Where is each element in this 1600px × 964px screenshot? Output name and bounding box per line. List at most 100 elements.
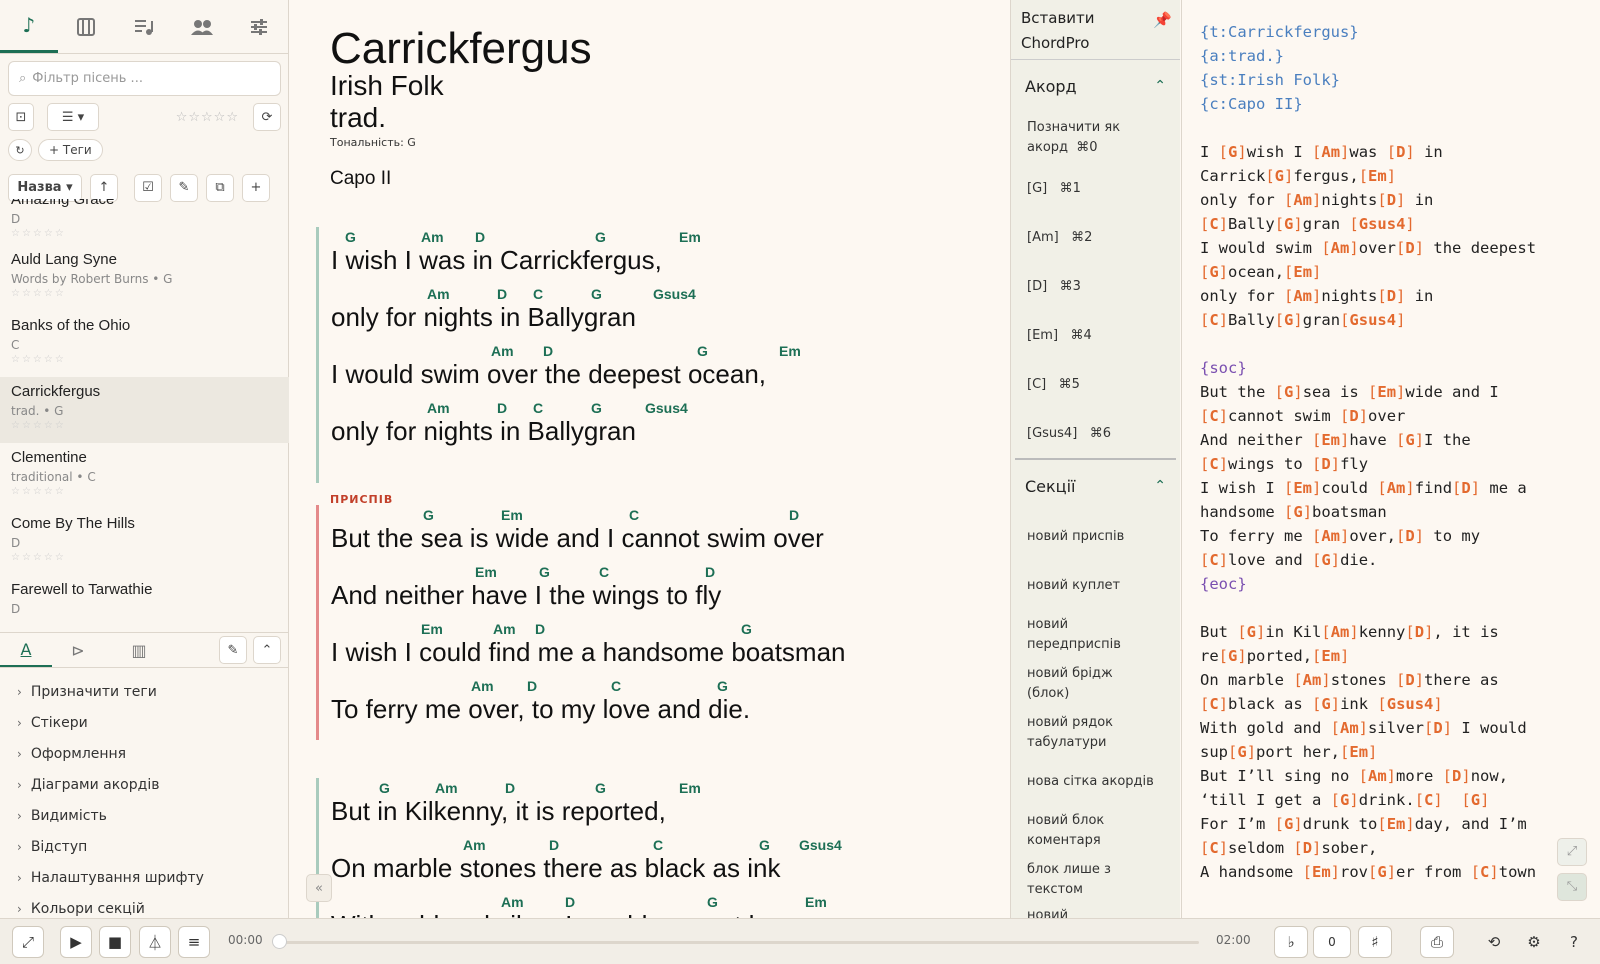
chord[interactable]: D [527, 678, 537, 694]
people-icon[interactable] [173, 0, 231, 53]
chord[interactable]: G [591, 400, 602, 416]
chord[interactable]: G [595, 229, 606, 245]
archive-button[interactable]: ⊡ [8, 103, 34, 131]
insert-section-item[interactable]: новий блок коментаря [1011, 806, 1180, 855]
chordpro-editor[interactable]: {t:Carrickfergus} {a:trad.} {st:Irish Fo… [1181, 0, 1600, 918]
insert-chord-item[interactable]: [G] ⌘1 [1011, 164, 1180, 213]
insert-chord-item[interactable]: [C] ⌘5 [1011, 360, 1180, 409]
expand-editor-button[interactable]: ⤢ [1557, 838, 1587, 866]
chord[interactable]: Am [427, 400, 450, 416]
resize-editor-button[interactable]: ⤡ [1557, 873, 1587, 901]
chord[interactable]: D [543, 343, 553, 359]
chord[interactable]: Em [501, 507, 523, 523]
option-assign-tags[interactable]: › Призначити теги [0, 676, 289, 707]
help-icon[interactable]: ? [1558, 926, 1590, 958]
insert-chord-item[interactable]: [Am] ⌘2 [1011, 213, 1180, 262]
chord[interactable]: D [497, 400, 507, 416]
sections-header[interactable]: Секції ⌃ [1011, 460, 1180, 512]
chord[interactable]: D [549, 837, 559, 853]
chord[interactable]: Gsus4 [645, 400, 688, 416]
refresh-button[interactable]: ⟳ [253, 103, 281, 131]
piano-icon[interactable]: ▥ [104, 641, 174, 660]
option-font-settings[interactable]: › Налаштування шрифту [0, 862, 289, 893]
sliders-icon[interactable] [230, 0, 288, 53]
gear-icon[interactable]: ⚙ [1518, 926, 1550, 958]
play-button[interactable]: ▶ [60, 926, 92, 958]
chord[interactable]: C [533, 400, 543, 416]
sort-dropdown[interactable]: Назва ▾ [8, 173, 82, 202]
chord[interactable]: G [539, 564, 550, 580]
chord[interactable]: G [707, 894, 718, 910]
chord[interactable]: Am [463, 837, 486, 853]
option-chord-diagrams[interactable]: › Діаграми акордів [0, 769, 289, 800]
pin-icon[interactable]: 📌 [1153, 8, 1172, 33]
chord[interactable]: Em [475, 564, 497, 580]
song-item[interactable]: Farewell to Tarwathie D [0, 575, 289, 631]
chord[interactable]: C [653, 837, 663, 853]
chord[interactable]: C [533, 286, 543, 302]
chord[interactable]: Am [501, 894, 524, 910]
insert-section-item[interactable]: новий приспів [1011, 512, 1180, 561]
insert-section-item[interactable]: новий [1011, 904, 1180, 918]
chord[interactable]: D [497, 286, 507, 302]
insert-chord-item[interactable]: [D] ⌘3 [1011, 262, 1180, 311]
reset-tags-icon[interactable]: ↻ [8, 139, 32, 161]
song-item[interactable]: Auld Lang Syne Words by Robert Burns • G… [0, 245, 289, 311]
option-stickers[interactable]: › Стікери [0, 707, 289, 738]
chord[interactable]: G [717, 678, 728, 694]
chord[interactable]: D [789, 507, 799, 523]
insert-section-item[interactable]: нова сітка акордів [1011, 757, 1180, 806]
collapse-sidebar-button[interactable]: « [306, 874, 332, 902]
chord[interactable]: C [629, 507, 639, 523]
chord[interactable]: D [565, 894, 575, 910]
song-filter-input[interactable]: ⌕ Фільтр пісень ... [8, 61, 281, 96]
song-item-selected[interactable]: Carrickfergus trad. • G ☆☆☆☆☆ [0, 377, 289, 443]
chord[interactable]: Em [421, 621, 443, 637]
progress-knob[interactable] [272, 934, 287, 949]
option-visibility[interactable]: › Видимість [0, 800, 289, 831]
song-item[interactable]: Banks of the Ohio C ☆☆☆☆☆ [0, 311, 289, 377]
chord[interactable]: Em [679, 780, 701, 796]
tags-button[interactable]: + Теги [38, 139, 103, 161]
transpose-down-button[interactable]: ♭ [1274, 926, 1308, 958]
insert-section-item[interactable]: блок лише з текстом [1011, 855, 1180, 904]
insert-section-item[interactable]: новий куплет [1011, 561, 1180, 610]
chord[interactable]: Gsus4 [799, 837, 842, 853]
chord[interactable]: Am [421, 229, 444, 245]
chord[interactable]: G [423, 507, 434, 523]
piano-icon[interactable] [58, 0, 116, 53]
option-appearance[interactable]: › Оформлення [0, 738, 289, 769]
song-item[interactable]: Amazing Grace D ☆☆☆☆☆ [0, 199, 289, 245]
chord[interactable]: G [591, 286, 602, 302]
playlist-icon[interactable] [115, 0, 173, 53]
text-style-icon[interactable]: A [0, 633, 52, 667]
chord[interactable]: Am [427, 286, 450, 302]
insert-chord-item[interactable]: [Em] ⌘4 [1011, 311, 1180, 360]
chord[interactable]: Am [471, 678, 494, 694]
chord[interactable]: Em [779, 343, 801, 359]
chord[interactable]: G [741, 621, 752, 637]
chord[interactable]: D [475, 229, 485, 245]
chord[interactable]: Em [805, 894, 827, 910]
music-note-icon[interactable]: ♪ [0, 0, 58, 53]
chord[interactable]: Am [435, 780, 458, 796]
insert-section-item[interactable]: новий рядок табулатури [1011, 708, 1180, 757]
transpose-value[interactable]: 0 [1313, 926, 1351, 958]
stop-button[interactable]: ■ [99, 926, 131, 958]
mixer-button[interactable]: ≡ [178, 926, 210, 958]
sync-icon[interactable]: ⟲ [1478, 926, 1510, 958]
song-item[interactable]: Come By The Hills D ☆☆☆☆☆ [0, 509, 289, 575]
chord[interactable]: D [705, 564, 715, 580]
import-button[interactable]: ⧉ [206, 173, 234, 202]
chord-section-header[interactable]: Акорд ⌃ [1011, 60, 1180, 112]
add-song-button[interactable]: + [242, 173, 270, 202]
chord[interactable]: G [697, 343, 708, 359]
select-mode-button[interactable]: ☑ [134, 173, 162, 202]
chord[interactable]: Em [679, 229, 701, 245]
chord[interactable]: D [535, 621, 545, 637]
rating-filter[interactable]: ☆☆☆☆☆ [176, 110, 239, 125]
collapse-panel-button[interactable]: ⌃ [253, 636, 281, 664]
chord[interactable]: D [505, 780, 515, 796]
option-indent[interactable]: › Відступ [0, 831, 289, 862]
chord[interactable]: G [759, 837, 770, 853]
